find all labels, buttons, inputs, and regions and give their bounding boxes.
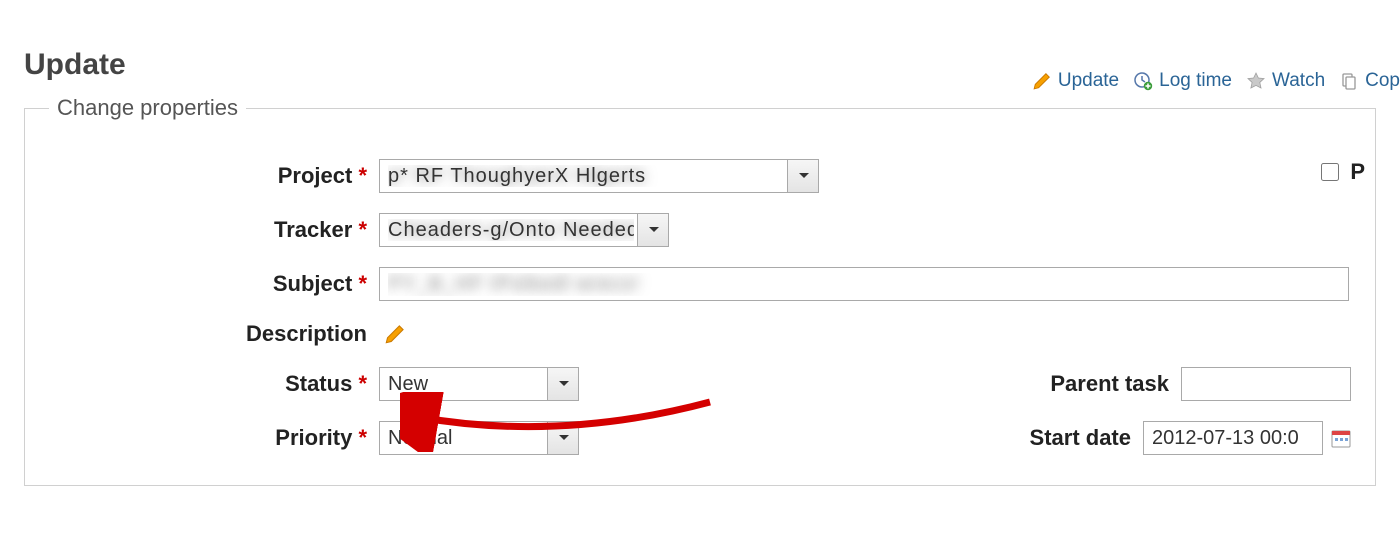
status-label: Status * (49, 371, 379, 397)
field-description: Description (49, 321, 1351, 347)
required-mark: * (358, 271, 367, 296)
project-label: Project * (49, 163, 379, 189)
private-checkbox-field: P (1317, 159, 1365, 185)
context-menu-bar: Update Log time Watch Cop (1032, 70, 1400, 92)
subject-label: Subject * (49, 271, 379, 297)
private-label: P (1350, 159, 1365, 185)
log-time-link-label: Log time (1159, 70, 1232, 92)
update-link-label: Update (1058, 70, 1119, 92)
tracker-label: Tracker * (49, 217, 379, 243)
start-date-label: Start date (883, 425, 1143, 451)
change-properties-box: Change properties P Project * p* RF Thou… (24, 108, 1376, 486)
priority-label: Priority * (49, 425, 379, 451)
copy-link[interactable]: Cop (1339, 70, 1400, 92)
priority-select[interactable]: Normal (379, 421, 579, 455)
pencil-icon (1032, 71, 1052, 91)
parent-task-label: Parent task (921, 371, 1181, 397)
star-icon (1246, 71, 1266, 91)
subject-input[interactable] (379, 267, 1349, 301)
field-parent-task: Parent task (720, 367, 1351, 401)
copy-link-label: Cop (1365, 70, 1400, 92)
update-link[interactable]: Update (1032, 70, 1119, 92)
watch-link[interactable]: Watch (1246, 70, 1325, 92)
box-legend: Change properties (49, 95, 246, 121)
required-mark: * (358, 217, 367, 242)
private-checkbox[interactable] (1321, 163, 1339, 181)
field-start-date: Start date (720, 421, 1351, 455)
watch-link-label: Watch (1272, 70, 1325, 92)
field-priority: Priority * Normal (49, 421, 680, 455)
calendar-icon[interactable] (1331, 428, 1351, 448)
tracker-select[interactable]: Cheaders-g/Onto Needed (379, 213, 669, 247)
parent-task-input[interactable] (1181, 367, 1351, 401)
required-mark: * (358, 163, 367, 188)
clock-plus-icon (1133, 71, 1153, 91)
edit-description-icon[interactable] (385, 324, 405, 344)
field-tracker: Tracker * Cheaders-g/Onto Needed (49, 213, 1351, 247)
status-select[interactable]: New (379, 367, 579, 401)
start-date-input[interactable] (1143, 421, 1323, 455)
field-subject: Subject * (49, 267, 1351, 301)
required-mark: * (358, 371, 367, 396)
field-status: Status * New (49, 367, 680, 401)
project-select[interactable]: p* RF ThoughyerX Hlgerts (379, 159, 819, 193)
field-project: Project * p* RF ThoughyerX Hlgerts (49, 159, 1351, 193)
required-mark: * (358, 425, 367, 450)
log-time-link[interactable]: Log time (1133, 70, 1232, 92)
description-label: Description (49, 321, 379, 347)
copy-icon (1339, 71, 1359, 91)
